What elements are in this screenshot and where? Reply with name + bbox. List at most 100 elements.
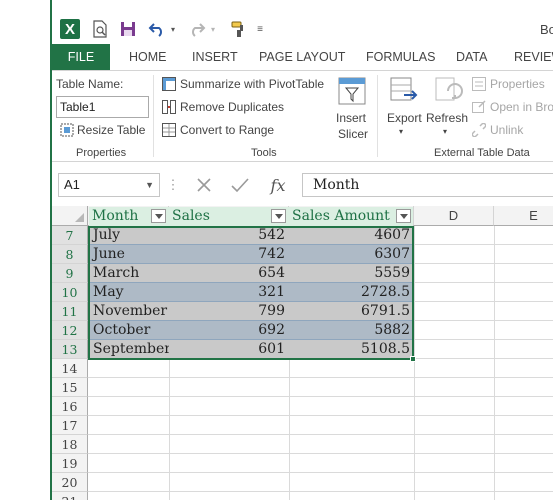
row-header[interactable]: 17 [52, 416, 88, 435]
formula-input[interactable]: Month [302, 173, 553, 197]
tab-formulas[interactable]: FORMULAS [366, 44, 435, 70]
row-header[interactable]: 8 [52, 245, 88, 264]
filter-button-sales[interactable] [271, 209, 286, 223]
selection-border [88, 226, 414, 360]
quick-access-toolbar: X ▾ ▾ ≡ Bo [52, 0, 553, 42]
gridline [414, 263, 553, 264]
gridline [494, 226, 495, 500]
gridline [88, 377, 553, 378]
gridline [88, 434, 553, 435]
column-header-d[interactable]: D [414, 206, 494, 226]
row-header[interactable]: 12 [52, 321, 88, 340]
resize-table-icon [60, 123, 74, 137]
customize-qat-icon[interactable]: ≡ [254, 19, 266, 39]
tab-data[interactable]: DATA [456, 44, 487, 70]
cancel-icon[interactable] [192, 173, 216, 197]
filter-button-month[interactable] [151, 209, 166, 223]
gridline [414, 244, 553, 245]
document-title: Bo [540, 22, 553, 37]
tab-page-layout[interactable]: PAGE LAYOUT [259, 44, 345, 70]
print-preview-icon[interactable] [90, 19, 110, 39]
gridline [88, 415, 553, 416]
tab-home[interactable]: HOME [129, 44, 167, 70]
properties-icon [472, 77, 486, 91]
convert-to-range-icon [162, 123, 176, 137]
insert-slicer-label-2[interactable]: Slicer [338, 127, 368, 141]
row-header[interactable]: 11 [52, 302, 88, 321]
open-in-browser-icon [472, 100, 486, 114]
table-name-input[interactable]: Table1 [56, 96, 149, 118]
gridline [414, 358, 553, 359]
undo-icon[interactable] [146, 19, 168, 39]
format-painter-icon[interactable] [228, 19, 250, 39]
unlink-icon [471, 122, 487, 138]
table-header-sales-amount[interactable]: Sales Amount [289, 207, 413, 226]
insert-slicer-label-1[interactable]: Insert [336, 111, 366, 125]
select-all-corner[interactable] [52, 206, 88, 226]
row-header[interactable]: 13 [52, 340, 88, 359]
gridline [88, 396, 553, 397]
filter-button-sales-amount[interactable] [396, 209, 411, 223]
name-box[interactable]: A1 ▼ [58, 173, 160, 197]
fill-handle[interactable] [410, 356, 416, 362]
redo-dropdown-icon[interactable]: ▾ [208, 19, 218, 39]
tab-file[interactable]: FILE [52, 44, 110, 70]
tab-review[interactable]: REVIEW [514, 44, 553, 70]
table-name-label: Table Name: [56, 77, 124, 91]
external-table-data-group-label: External Table Data [434, 147, 530, 159]
redo-icon[interactable] [186, 19, 208, 39]
refresh-dropdown-icon[interactable]: ▾ [443, 127, 447, 136]
formula-bar-menu-icon[interactable]: ⋮ [167, 173, 180, 197]
enter-icon[interactable] [228, 173, 252, 197]
tools-group-label: Tools [251, 147, 277, 159]
insert-slicer-icon [336, 75, 368, 107]
ribbon-tabs: FILE HOME INSERT PAGE LAYOUT FORMULAS DA… [52, 44, 553, 70]
gridline [414, 320, 553, 321]
column-header-e[interactable]: E [494, 206, 553, 226]
row-header[interactable]: 14 [52, 359, 88, 378]
worksheet-grid[interactable]: A B C D E Month Sales Sales Amount 7July… [52, 206, 553, 500]
row-header[interactable]: 20 [52, 473, 88, 492]
row-header[interactable]: 9 [52, 264, 88, 283]
refresh-icon [432, 75, 464, 107]
row-header[interactable]: 15 [52, 378, 88, 397]
gridline [88, 472, 553, 473]
unlink-button[interactable]: Unlink [490, 123, 523, 137]
save-icon[interactable] [118, 19, 138, 39]
excel-window: X ▾ ▾ ≡ Bo FILE HOME INSERT PAGE LAYOUT … [52, 0, 553, 500]
row-header[interactable]: 10 [52, 283, 88, 302]
gridline [88, 453, 553, 454]
refresh-button[interactable]: Refresh [426, 111, 468, 125]
row-header[interactable]: 7 [52, 226, 88, 245]
group-separator [153, 75, 154, 157]
tab-insert[interactable]: INSERT [192, 44, 238, 70]
gridline [414, 226, 415, 500]
row-header[interactable]: 16 [52, 397, 88, 416]
gridline [414, 339, 553, 340]
name-box-dropdown-icon[interactable]: ▼ [145, 174, 154, 196]
row-header[interactable]: 21 [52, 492, 88, 500]
gridline [88, 491, 553, 492]
export-button[interactable]: Export [387, 111, 422, 125]
ribbon-table-tools-design: Table Name: Table1 Resize Table Properti… [52, 70, 553, 162]
row-header[interactable]: 19 [52, 454, 88, 473]
resize-table-button[interactable]: Resize Table [77, 123, 145, 137]
export-icon [388, 75, 420, 107]
summarize-pivottable-button[interactable]: Summarize with PivotTable [180, 77, 324, 91]
gridline [414, 301, 553, 302]
external-properties-button[interactable]: Properties [490, 77, 545, 91]
remove-duplicates-icon [162, 100, 176, 114]
open-in-browser-button[interactable]: Open in Bro [490, 100, 553, 114]
undo-dropdown-icon[interactable]: ▾ [168, 19, 178, 39]
name-box-value: A1 [64, 177, 80, 192]
excel-logo-icon[interactable]: X [60, 19, 80, 39]
gridline [414, 282, 553, 283]
pivottable-icon [162, 77, 176, 91]
group-separator [377, 75, 378, 157]
row-header[interactable]: 18 [52, 435, 88, 454]
export-dropdown-icon[interactable]: ▾ [399, 127, 403, 136]
insert-function-button[interactable]: fx [266, 173, 290, 197]
convert-to-range-button[interactable]: Convert to Range [180, 123, 274, 137]
remove-duplicates-button[interactable]: Remove Duplicates [180, 100, 284, 114]
formula-bar: A1 ▼ ⋮ fx Month [52, 170, 553, 198]
